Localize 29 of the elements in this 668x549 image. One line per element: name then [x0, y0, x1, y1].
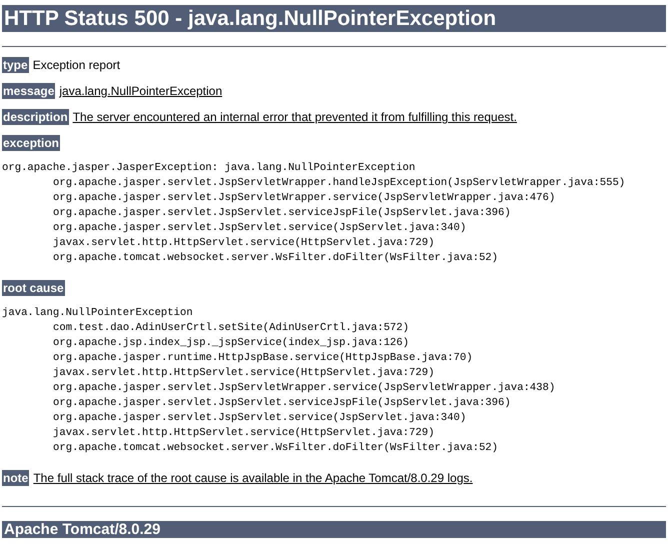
field-label: type [2, 57, 29, 73]
section-label: exception [2, 135, 60, 151]
field-value: Exception report [32, 57, 120, 73]
stack-frame: org.apache.jasper.runtime.HttpJspBase.service(HttpJspBase.java:70) [53, 352, 473, 364]
field-value: java.lang.NullPointerException [59, 83, 222, 99]
page-title: HTTP Status 500 - java.lang.NullPointerException [2, 5, 666, 32]
field-value: The full stack trace of the root cause is available in the Apache Tomcat/8.0.29 logs. [33, 470, 473, 486]
field-label: note [2, 470, 30, 486]
stack-frame: javax.servlet.http.HttpServlet.service(HttpServlet.java:729) [53, 237, 434, 249]
stack-frame: javax.servlet.http.HttpServlet.service(HttpServlet.java:729) [53, 367, 434, 379]
stack-frame: org.apache.jasper.servlet.JspServlet.serviceJspFile(JspServlet.java:396) [53, 397, 511, 409]
stack-frame: javax.servlet.http.HttpServlet.service(HttpServlet.java:729) [53, 427, 434, 439]
stack-frame: org.apache.jsp.index_jsp._jspService(index_jsp.java:126) [53, 337, 410, 349]
stack-frame: org.apache.jasper.servlet.JspServlet.serviceJspFile(JspServlet.java:396) [53, 207, 511, 219]
server-version: Apache Tomcat/8.0.29 [2, 521, 666, 538]
field-label: description [2, 109, 69, 125]
stack-frame: org.apache.jasper.servlet.JspServletWrapper.handleJspException(JspServletWrapper.java:555) [53, 177, 626, 189]
stack-frame: org.apache.jasper.servlet.JspServlet.service(JspServlet.java:340) [53, 412, 466, 424]
field-label: message [2, 83, 56, 99]
stack-frame: com.test.dao.AdinUserCrtl.setSite(AdinUserCrtl.java:572) [53, 322, 410, 334]
stack-frame: org.apache.jasper.servlet.JspServletWrapper.service(JspServletWrapper.java:438) [53, 382, 556, 394]
exception-line: org.apache.jasper.JasperException: java.lang.NullPointerException [2, 161, 416, 176]
field-value: The server encountered an internal error that prevented it from fulfilling this request. [72, 109, 517, 125]
stack-frame: org.apache.tomcat.websocket.server.WsFilter.doFilter(WsFilter.java:52) [53, 252, 498, 264]
stack-frame: org.apache.jasper.servlet.JspServlet.service(JspServlet.java:340) [53, 222, 466, 234]
exception-line: java.lang.NullPointerException [2, 306, 194, 321]
section-label: root cause [2, 280, 65, 296]
stack-frame: org.apache.jasper.servlet.JspServletWrapper.service(JspServletWrapper.java:476) [53, 192, 556, 204]
stack-frame: org.apache.tomcat.websocket.server.WsFilter.doFilter(WsFilter.java:52) [53, 442, 498, 454]
